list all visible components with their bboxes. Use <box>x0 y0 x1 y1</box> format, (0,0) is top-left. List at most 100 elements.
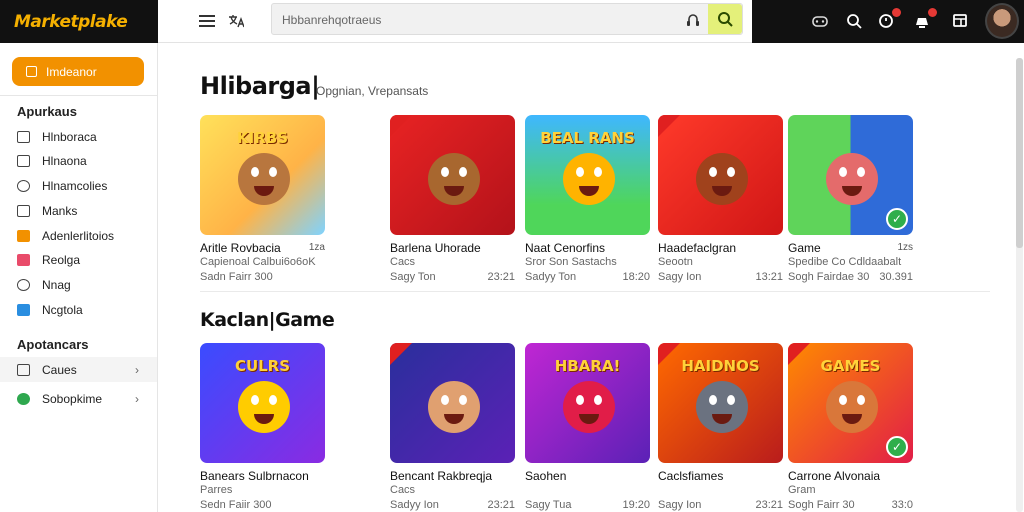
sidebar-item-4[interactable]: Manks <box>0 198 157 223</box>
sidebar-item-label: Hlnboraca <box>42 129 97 144</box>
game-meta: Sedn Faiir 300 <box>200 499 272 511</box>
game-time: 23:21 <box>487 271 515 283</box>
game-card[interactable]: Barlena Uhorade Cacs Sagy Ton 23:21 <box>390 115 515 286</box>
game-thumbnail[interactable] <box>390 343 515 463</box>
search-input[interactable] <box>282 10 672 30</box>
thumbnail-art-text: HBARA! <box>554 357 621 375</box>
game-meta: Sadn Fairr 300 <box>200 271 273 283</box>
game-card[interactable]: CULRS Banears Sulbrnacon Parres Sedn Faiir … <box>200 343 325 512</box>
game-card[interactable]: HBARA! Saohen Sagy Tua 19:20 <box>525 343 650 512</box>
game-card[interactable]: KIRBS Aritle Rovbacia 1za Capienoal Calbui6… <box>200 115 325 286</box>
logo-text: Marketplake <box>14 11 128 32</box>
game-thumbnail[interactable]: HAIDNOS <box>658 343 783 463</box>
sidebar-item-games[interactable]: Caues › <box>0 357 157 382</box>
game-thumbnail[interactable]: ✓ <box>788 115 913 235</box>
sidebar-item-8[interactable]: Ncgtola <box>0 297 157 322</box>
sidebar-item-5[interactable]: Adenlerlitoios <box>0 223 157 248</box>
game-meta: Sagy Ion <box>658 499 702 511</box>
logo[interactable]: Marketplake <box>0 0 158 43</box>
avatar[interactable] <box>985 3 1019 39</box>
translate-icon[interactable] <box>225 10 247 32</box>
sidebar-item-other[interactable]: Sobopkime › <box>0 386 157 411</box>
sidebar-item-2[interactable]: Hlnaona <box>0 148 157 173</box>
sidebar-section-heading: Apurkaus <box>17 104 77 119</box>
grid-icon <box>17 363 30 376</box>
ribbon-badge <box>390 343 412 365</box>
sidebar-item-7[interactable]: Nnag <box>0 272 157 297</box>
character-art <box>428 153 480 205</box>
game-card[interactable]: HAIDNOS Caclsfiames Sagy Ion 23:21 <box>658 343 783 512</box>
library-icon <box>17 154 30 167</box>
game-thumbnail[interactable]: BEAL RANS <box>525 115 650 235</box>
game-title: Bencant Rakbreqja <box>390 469 493 483</box>
game-thumbnail[interactable]: GAMES ✓ <box>788 343 913 463</box>
sidebar-item-3[interactable]: Hlnamcolies <box>0 173 157 198</box>
game-meta: Sagy Ton <box>390 271 436 283</box>
sidebar-item-6[interactable]: Reolga <box>0 247 157 272</box>
game-thumbnail[interactable] <box>658 115 783 235</box>
game-card[interactable]: GAMES ✓ Carrone Alvonaia Gram Sogh Fairr 30 3… <box>788 343 913 512</box>
clock-icon <box>17 179 30 192</box>
game-card[interactable]: Haadefaclgran Seootn Sagy Ion 13:21 <box>658 115 783 286</box>
thumbnail-art-text: CULRS <box>234 357 291 375</box>
sidebar-item-label: Adenlerlitoios <box>42 228 115 243</box>
sidebar-item-label: Hlnamcolies <box>42 178 108 193</box>
game-time: 23:21 <box>755 499 783 511</box>
game-rating: 1za <box>308 242 325 253</box>
microphone-icon[interactable] <box>682 9 704 31</box>
character-art <box>563 153 615 205</box>
apps-icon <box>17 229 30 242</box>
game-subtitle <box>658 484 783 499</box>
thumbnail-art-text: KIRBS <box>237 129 288 147</box>
search-bar <box>271 3 743 35</box>
window-icon[interactable] <box>950 11 970 31</box>
scrollbar-thumb[interactable] <box>1016 58 1023 248</box>
ribbon-badge <box>390 115 412 137</box>
check-icon: ✓ <box>886 208 908 230</box>
game-time: 30.391 <box>879 271 913 283</box>
game-subtitle: Sror Son Sastachs <box>525 256 617 268</box>
game-card[interactable]: Bencant Rakbreqja Cacs Sadyy Ion 23:21 <box>390 343 515 512</box>
game-title: Saohen <box>525 469 567 483</box>
notification-icon[interactable] <box>876 8 901 31</box>
download-icon <box>17 303 30 316</box>
notification-badge <box>892 8 901 17</box>
globe-icon <box>17 278 30 291</box>
search-button[interactable] <box>708 4 742 34</box>
game-card[interactable]: BEAL RANS Naat Cenorfins Sror Son Sastachs… <box>525 115 650 286</box>
section-divider <box>200 291 990 292</box>
game-thumbnail[interactable]: KIRBS <box>200 115 325 235</box>
primary-action-button[interactable]: Imdeanor <box>12 57 144 86</box>
game-meta: Sadyy Ton <box>525 271 577 283</box>
sidebar: Imdeanor Apurkaus Hlnboraca Hlnaona Hlna… <box>0 43 158 512</box>
character-art <box>826 153 878 205</box>
search-icon[interactable] <box>844 11 864 31</box>
sidebar-item-label: Reolga <box>42 252 81 267</box>
game-time: 19:20 <box>622 499 650 511</box>
game-thumbnail[interactable]: CULRS <box>200 343 325 463</box>
sidebar-item-label: Caues <box>42 362 77 377</box>
bookmark-icon <box>17 204 30 217</box>
cart-icon[interactable] <box>912 8 937 31</box>
game-thumbnail[interactable] <box>390 115 515 235</box>
game-time: 18:20 <box>622 271 650 283</box>
sidebar-item-1[interactable]: Hlnboraca <box>0 124 157 149</box>
gamepad-icon[interactable] <box>810 11 830 31</box>
game-rating: 1zs <box>897 242 913 253</box>
character-art <box>696 153 748 205</box>
sidebar-divider <box>0 95 157 96</box>
account-toolbar <box>752 0 1024 43</box>
game-title: Banears Sulbrnacon <box>200 469 309 483</box>
game-subtitle: Cacs <box>390 256 416 268</box>
game-time: 13:21 <box>755 271 783 283</box>
thumbnail-art-text: BEAL RANS <box>540 129 635 147</box>
thumbnail-art-text: HAIDNOS <box>681 357 760 375</box>
hamburger-icon[interactable] <box>196 10 218 32</box>
game-title: Naat Cenorfins <box>525 241 606 255</box>
scrollbar[interactable] <box>1016 58 1023 512</box>
game-thumbnail[interactable]: HBARA! <box>525 343 650 463</box>
game-card[interactable]: ✓ Game 1zs Spedibe Co Cdldaabalt Sogh Fairda… <box>788 115 913 286</box>
sidebar-item-label: Manks <box>42 203 78 218</box>
section-title: Hlibarga| <box>200 72 320 100</box>
circle-icon <box>17 392 30 405</box>
